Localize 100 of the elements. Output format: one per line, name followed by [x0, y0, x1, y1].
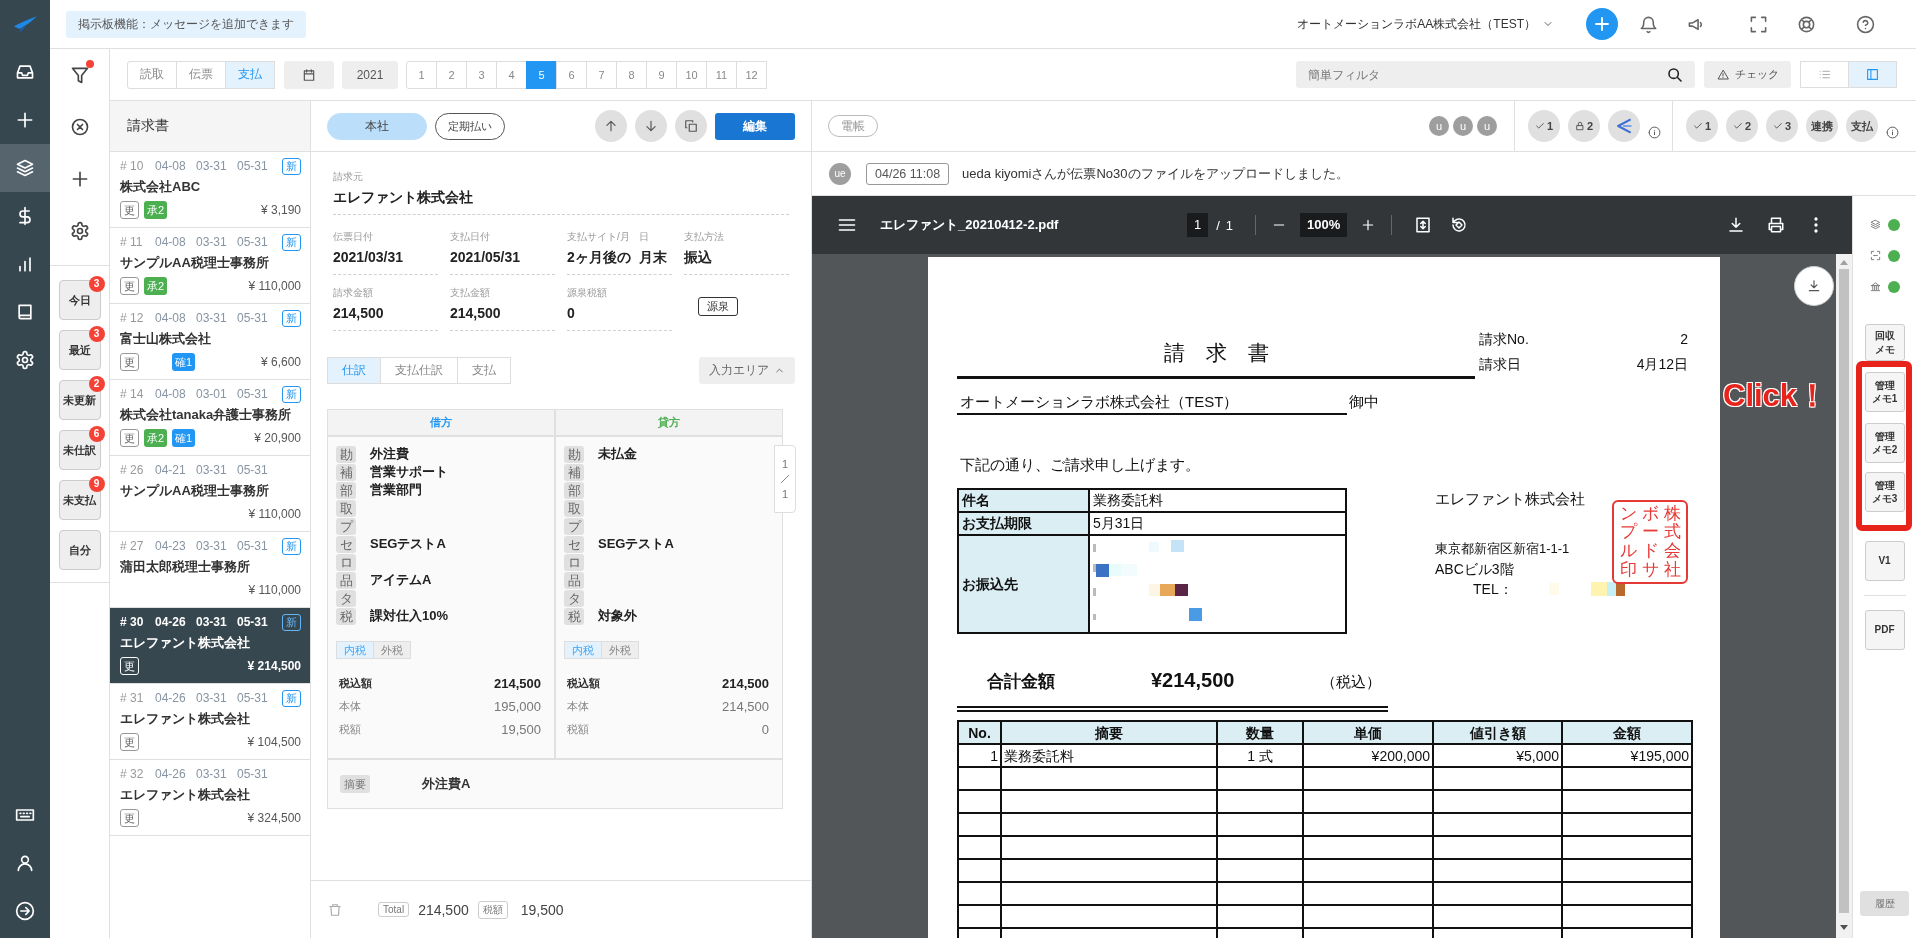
category-chip[interactable]: 本社 [327, 112, 427, 140]
check-button[interactable]: チェック [1704, 61, 1791, 88]
search-field[interactable]: 簡単フィルタ [1296, 61, 1695, 88]
journal-value[interactable]: 未払金 [598, 445, 637, 463]
company-selector[interactable]: オートメーションラボAA株式会社（TEST） [1297, 15, 1554, 33]
field-value[interactable]: 月末 [639, 247, 672, 267]
notice-message[interactable]: 掲示板機能：メッセージを追加できます [66, 10, 306, 38]
memo-button[interactable]: 回収メモ [1864, 324, 1905, 361]
history-button[interactable]: 履歴 [1860, 891, 1909, 916]
invoice-list-item[interactable]: # 30 04-26 03-31 05-31 新 エレファント株式会社 更 ¥ 214,500 [110, 608, 310, 684]
journal-tab[interactable]: 支払仕訳 [380, 357, 458, 384]
field-value[interactable]: エレファント株式会社 [333, 187, 789, 207]
source-tab[interactable]: 読取 [127, 60, 177, 89]
journal-value[interactable]: SEGテストA [370, 535, 446, 553]
input-area-button[interactable]: 入力エリア [699, 357, 795, 384]
rotate-icon[interactable] [1450, 216, 1469, 234]
layers-icon[interactable] [1869, 219, 1881, 230]
category-chip[interactable]: 定期払い [435, 112, 505, 140]
month-tab[interactable]: 1 [406, 60, 437, 89]
invoice-list-item[interactable]: # 11 04-08 03-31 05-31 新 サンプルAA税理士事務所 更 承2 ¥ 110,000 [110, 228, 310, 304]
page-number-field[interactable]: 1 [1187, 213, 1209, 237]
withholding-button[interactable]: 源泉 [698, 297, 738, 316]
approval-step-button[interactable]: 3 [1766, 110, 1798, 142]
lifebuoy-icon[interactable] [1797, 14, 1816, 34]
approval-step-button[interactable]: 1 [1528, 110, 1560, 142]
invoice-list-item[interactable]: # 10 04-08 03-31 05-31 新 株式会社ABC 更 承2 ¥ 3,190 [110, 152, 310, 228]
journal-value[interactable]: 営業部門 [370, 481, 422, 499]
caret-down-icon[interactable] [1840, 925, 1848, 930]
journal-value[interactable]: 営業サポート [370, 463, 448, 481]
month-tab[interactable]: 10 [676, 60, 707, 89]
invoice-list-item[interactable]: # 14 04-08 03-01 05-31 新 株式会社tanaka弁護士事務所 更 承2 確1 ¥ 20,900 [110, 380, 310, 456]
info-icon[interactable] [1886, 125, 1899, 139]
field-value[interactable]: 0 [567, 303, 672, 323]
field-value[interactable]: 214,500 [333, 303, 438, 323]
quick-filter-button[interactable]: 自分 [58, 530, 101, 570]
move-down-button[interactable] [635, 110, 667, 142]
fit-page-icon[interactable] [1414, 216, 1433, 234]
version-button[interactable]: V1 [1864, 541, 1905, 581]
edit-button[interactable]: 編集 [715, 112, 795, 140]
month-tab[interactable]: 3 [466, 60, 497, 89]
journal-tab[interactable]: 支払 [457, 357, 511, 384]
search-icon[interactable] [1667, 67, 1683, 83]
plus-icon[interactable] [1361, 218, 1376, 232]
zoom-level-field[interactable]: 100% [1300, 213, 1348, 237]
journal-value[interactable]: アイテムA [370, 571, 432, 589]
month-tab[interactable]: 6 [556, 60, 587, 89]
invoice-list-item[interactable]: # 12 04-08 03-31 05-31 新 富士山株式会社 更 確1 ¥ 6,600 [110, 304, 310, 380]
add-button[interactable] [1586, 8, 1618, 40]
print-icon[interactable] [1767, 216, 1785, 234]
fullscreen-icon[interactable] [1749, 14, 1768, 34]
field-value[interactable]: 振込 [684, 247, 789, 267]
pager[interactable]: 1 1 [774, 445, 796, 513]
calendar-button[interactable] [284, 60, 334, 89]
nav-item[interactable] [0, 144, 50, 192]
download-button[interactable] [1794, 266, 1834, 306]
field-tag: 勘 [336, 445, 356, 463]
pdf-button[interactable]: PDF [1864, 610, 1905, 650]
memo-button[interactable]: 管理メモ1 [1864, 372, 1905, 412]
copy-button[interactable] [675, 110, 707, 142]
scrollbar-thumb[interactable] [1839, 269, 1849, 913]
bell-icon[interactable] [1639, 14, 1658, 34]
scan-icon[interactable] [1869, 250, 1881, 261]
source-tab[interactable]: 伝票 [176, 60, 226, 89]
approval-step-button[interactable]: 支払 [1846, 110, 1878, 142]
settings-icon[interactable] [69, 221, 90, 241]
month-tab[interactable]: 9 [646, 60, 677, 89]
approval-step-button[interactable]: 1 [1686, 110, 1718, 142]
move-up-button[interactable] [595, 110, 627, 142]
month-tab[interactable]: 7 [586, 60, 617, 89]
field-value[interactable]: 214,500 [450, 303, 555, 323]
journal-value[interactable]: 外注費 [370, 445, 409, 463]
approval-step-button[interactable] [1608, 110, 1640, 142]
journal-value[interactable]: 対象外 [598, 607, 637, 625]
info-icon[interactable] [1648, 125, 1661, 139]
approval-step-button[interactable]: 2 [1726, 110, 1758, 142]
month-tab[interactable]: 2 [436, 60, 467, 89]
field-value[interactable]: 2021/05/31 [450, 247, 555, 267]
view-toggle-button[interactable] [1800, 61, 1849, 88]
view-toggle-button[interactable] [1848, 61, 1897, 88]
field-value[interactable]: 2ヶ月後の [567, 247, 639, 267]
year-button[interactable]: 2021 [342, 60, 398, 89]
approval-step-button[interactable]: 連携 [1806, 110, 1838, 142]
download-icon[interactable] [1727, 216, 1745, 234]
filter-icon[interactable] [69, 65, 90, 85]
invoice-list-item[interactable]: # 26 04-21 03-31 05-31 サンプルAA税理士事務所 ¥ 110,000 [110, 456, 310, 532]
invoice-list-item[interactable]: # 32 04-26 03-31 05-31 エレファント株式会社 更 ¥ 324,500 [110, 760, 310, 836]
field-value[interactable]: 2021/03/31 [333, 247, 438, 267]
bank-icon[interactable] [1869, 281, 1881, 292]
journal-value[interactable]: 課対仕入10% [370, 607, 449, 625]
memo-button[interactable]: 管理メモ3 [1864, 472, 1905, 512]
memo-value[interactable]: 外注費A [422, 775, 471, 793]
help-icon[interactable] [1856, 14, 1875, 34]
approval-step-button[interactable]: 2 [1568, 110, 1600, 142]
month-tab[interactable]: 8 [616, 60, 647, 89]
journal-value[interactable]: SEGテストA [598, 535, 674, 553]
month-tab[interactable]: 4 [496, 60, 527, 89]
invoice-list-item[interactable]: # 31 04-26 03-31 05-31 新 エレファント株式会社 更 ¥ 104,500 [110, 684, 310, 760]
month-tab[interactable]: 11 [706, 60, 737, 89]
month-tab[interactable]: 12 [736, 60, 767, 89]
memo-button[interactable]: 管理メモ2 [1864, 423, 1905, 463]
